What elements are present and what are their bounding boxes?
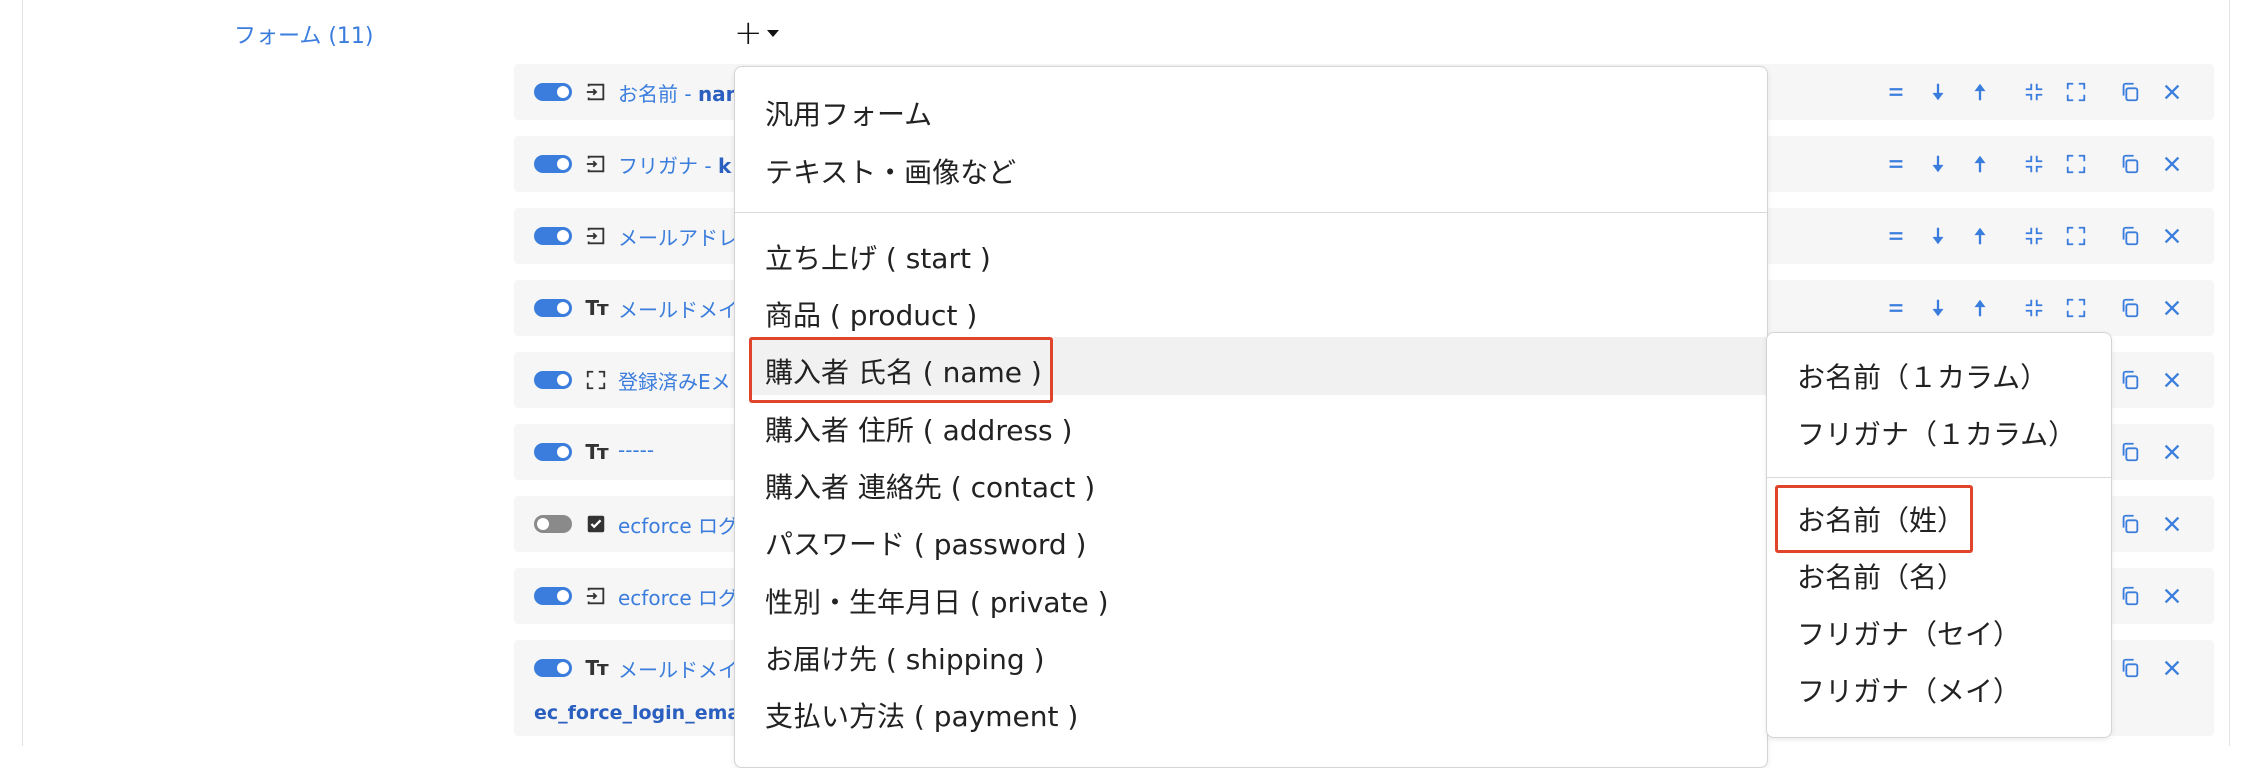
expand-icon[interactable] [2064,294,2088,322]
name-submenu: お名前（１カラム） フリガナ（１カラム） お名前（姓） お名前（名） フリガナ（… [1766,332,2112,738]
menu-item-password[interactable]: パスワード ( password ) [765,523,1086,563]
plus-icon: + [734,13,763,53]
arrow-down-icon[interactable] [1926,78,1950,106]
menu-item-product[interactable]: 商品 ( product ) [765,294,977,334]
right-frame-border [2229,0,2252,746]
menu-item-text-image[interactable]: テキスト・画像など [765,151,1016,191]
row-label[interactable]: メールドメイ [618,654,738,683]
collapse-icon[interactable] [2022,150,2046,178]
expand-icon[interactable] [2064,222,2088,250]
row-label[interactable]: フリガナ - k [618,150,731,179]
checkbox-icon [584,511,608,537]
copy-icon[interactable] [2118,654,2142,682]
menu-item-shipping[interactable]: お届け先 ( shipping ) [765,638,1045,678]
close-icon[interactable] [2160,510,2184,538]
row-label[interactable]: メールドメイ [618,294,738,323]
menu-item-address[interactable]: 購入者 住所 ( address ) [765,409,1072,449]
copy-icon[interactable] [2118,294,2142,322]
copy-icon[interactable] [2118,366,2142,394]
collapse-icon[interactable] [2022,78,2046,106]
close-icon[interactable] [2160,78,2184,106]
toggle-switch[interactable] [534,443,572,461]
arrow-up-icon[interactable] [1968,150,1992,178]
input-field-icon [584,223,608,249]
arrow-up-icon[interactable] [1968,222,1992,250]
menu-divider [735,212,1767,213]
submenu-item-first-name[interactable]: お名前（名） [1797,556,1965,596]
submenu-item-first-kana[interactable]: フリガナ（メイ） [1797,670,2021,710]
equal-icon[interactable] [1884,150,1908,178]
toggle-switch[interactable] [534,83,572,101]
collapse-icon[interactable] [2022,294,2046,322]
copy-icon[interactable] [2118,222,2142,250]
left-frame-border [0,0,23,746]
row-label[interactable]: ----- [618,438,654,462]
copy-icon[interactable] [2118,510,2142,538]
highlight-box-name [749,337,1053,403]
submenu-item-last-kana[interactable]: フリガナ（セイ） [1797,613,2021,653]
arrow-up-icon[interactable] [1968,78,1992,106]
text-type-icon: Tт [585,656,608,680]
menu-item-start[interactable]: 立ち上げ ( start ) [765,237,991,277]
toggle-switch[interactable] [534,371,572,389]
arrow-down-icon[interactable] [1926,150,1950,178]
text-type-icon: Tт [585,440,608,464]
collapse-icon[interactable] [2022,222,2046,250]
row-label[interactable]: お名前 - nam [618,78,747,107]
input-field-icon [584,583,608,609]
copy-icon[interactable] [2118,78,2142,106]
add-element-dropdown-menu: 汎用フォーム テキスト・画像など 立ち上げ ( start ) 商品 ( pro… [734,66,1768,768]
equal-icon[interactable] [1884,294,1908,322]
row-label[interactable]: ecforce ログ [618,510,738,539]
arrow-down-icon[interactable] [1926,222,1950,250]
highlight-box-last-name [1775,485,1973,553]
toggle-switch[interactable] [534,659,572,677]
arrow-down-icon[interactable] [1926,294,1950,322]
toggle-switch[interactable] [534,299,572,317]
close-icon[interactable] [2160,654,2184,682]
submenu-divider [1767,477,2111,478]
row-label[interactable]: ecforce ログ [618,582,738,611]
toggle-switch[interactable] [534,227,572,245]
submenu-item-kana-1col[interactable]: フリガナ（１カラム） [1797,413,2076,453]
equal-icon[interactable] [1884,222,1908,250]
menu-item-generic-form[interactable]: 汎用フォーム [765,93,932,133]
close-icon[interactable] [2160,438,2184,466]
close-icon[interactable] [2160,294,2184,322]
add-element-button[interactable]: + [734,16,779,50]
toggle-switch[interactable] [534,155,572,173]
expand-icon[interactable] [2064,78,2088,106]
equal-icon[interactable] [1884,78,1908,106]
close-icon[interactable] [2160,150,2184,178]
submenu-item-name-1col[interactable]: お名前（１カラム） [1797,356,2048,396]
arrow-up-icon[interactable] [1968,294,1992,322]
section-title: フォーム (11) [234,24,374,49]
menu-item-private[interactable]: 性別・生年月日 ( private ) [765,581,1109,621]
copy-icon[interactable] [2118,438,2142,466]
menu-item-contact[interactable]: 購入者 連絡先 ( contact ) [765,466,1095,506]
toggle-switch[interactable] [534,587,572,605]
row-sublabel: ec_force_login_email [534,702,754,724]
text-type-icon: Tт [585,296,608,320]
close-icon[interactable] [2160,222,2184,250]
toggle-switch[interactable] [534,515,572,533]
copy-icon[interactable] [2118,582,2142,610]
row-label[interactable]: 登録済みEメ [618,366,731,395]
caret-down-icon [766,29,779,37]
input-field-icon [584,79,608,105]
close-icon[interactable] [2160,582,2184,610]
input-field-icon [584,151,608,177]
close-icon[interactable] [2160,366,2184,394]
copy-icon[interactable] [2118,150,2142,178]
expand-icon[interactable] [2064,150,2088,178]
fullscreen-icon [584,367,608,393]
row-label[interactable]: メールアドレ [618,222,738,251]
menu-item-payment[interactable]: 支払い方法 ( payment ) [765,695,1078,735]
